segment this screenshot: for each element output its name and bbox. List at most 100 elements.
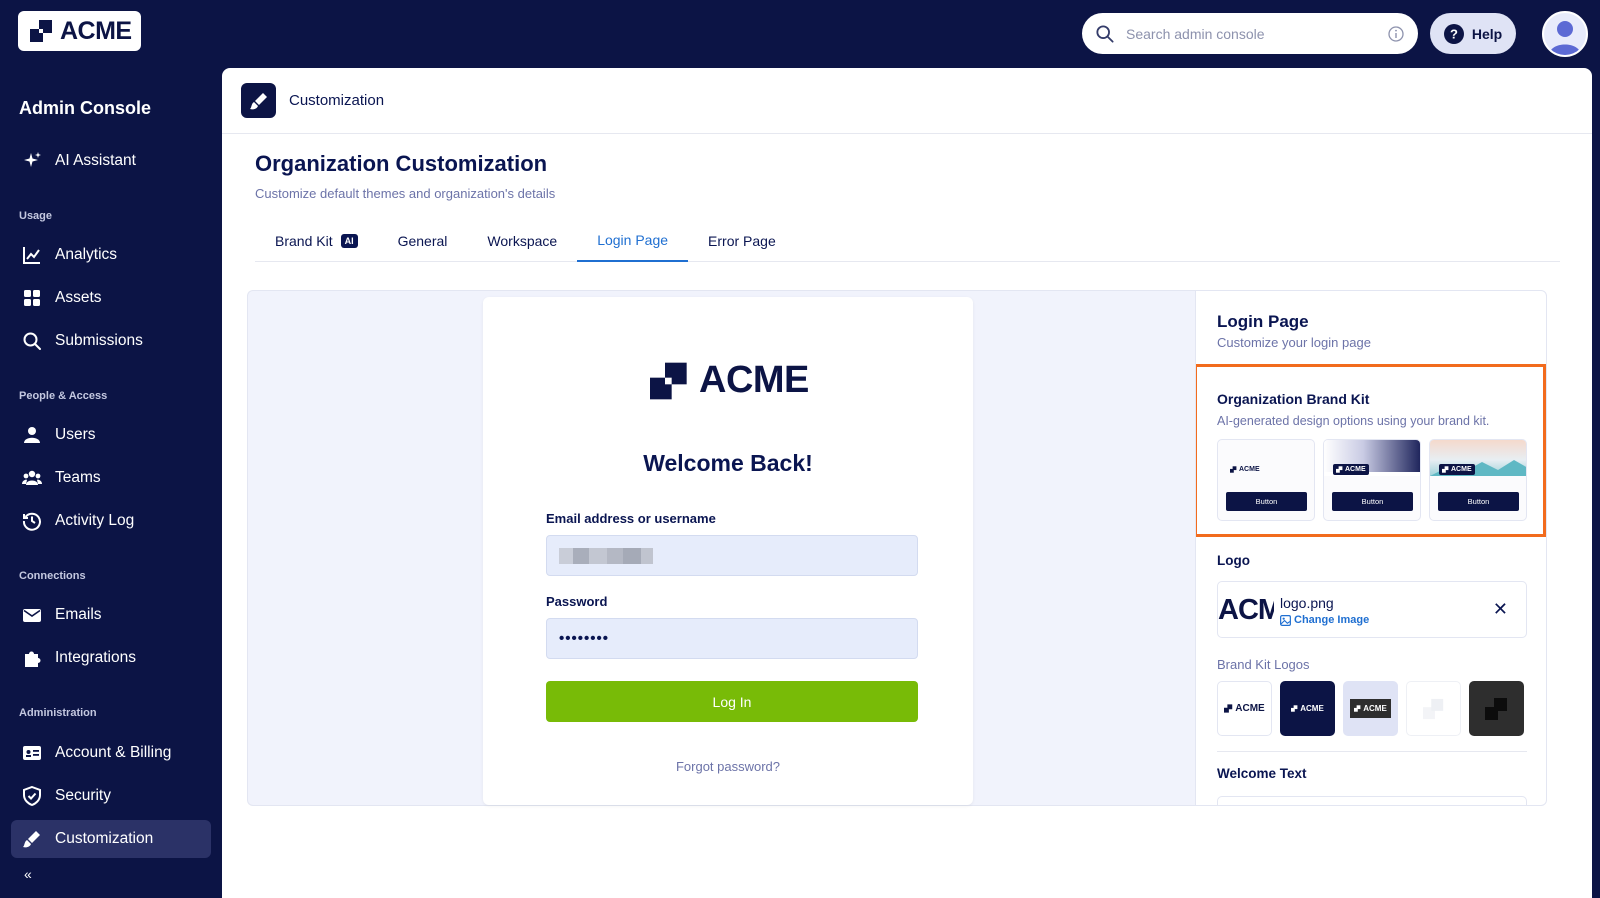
email-label: Email address or username <box>546 511 716 526</box>
sidebar-item-label: Activity Log <box>55 512 135 529</box>
sidebar-item-analytics[interactable]: Analytics <box>11 236 211 274</box>
envelope-icon <box>22 605 42 625</box>
welcome-text-label: Welcome Text <box>1217 766 1307 781</box>
login-logo: ACME <box>650 359 809 402</box>
login-preview: ACME Welcome Back! Email address or user… <box>247 290 1195 806</box>
brand-kit-logo-5[interactable] <box>1469 681 1524 736</box>
brand-kit-title: Organization Brand Kit <box>1217 391 1370 407</box>
tab-label: Brand Kit <box>275 233 333 249</box>
sidebar-item-security[interactable]: Security <box>11 777 211 815</box>
acme-logo-icon <box>1336 466 1343 473</box>
tab-bar: Brand Kit AI General Workspace Login Pag… <box>255 220 1560 262</box>
tab-general[interactable]: General <box>378 220 468 262</box>
sidebar-item-emails[interactable]: Emails <box>11 596 211 634</box>
forgot-password-link[interactable]: Forgot password? <box>483 759 973 774</box>
user-avatar[interactable] <box>1542 11 1588 57</box>
puzzle-icon <box>22 648 42 668</box>
acme-logo-icon <box>30 20 52 42</box>
sidebar: Admin Console AI Assistant Usage Analyti… <box>0 60 222 898</box>
change-image-link[interactable]: Change Image <box>1280 614 1369 626</box>
logo-upload: ACME logo.png Change Image ✕ <box>1217 581 1527 638</box>
brand-kit-logos-label: Brand Kit Logos <box>1217 657 1310 672</box>
logo-section-label: Logo <box>1217 553 1250 568</box>
sidebar-section-connections: Connections <box>19 570 86 582</box>
settings-title: Login Page <box>1217 312 1309 331</box>
collapse-sidebar-icon[interactable]: « <box>24 866 32 882</box>
sidebar-item-label: AI Assistant <box>55 152 136 169</box>
password-field[interactable]: •••••••• <box>546 618 918 659</box>
help-label: Help <box>1471 25 1503 42</box>
acme-logo-icon <box>1291 705 1298 712</box>
sidebar-item-label: Analytics <box>55 246 118 263</box>
sidebar-item-customization[interactable]: Customization <box>11 820 211 858</box>
info-icon[interactable] <box>1388 25 1404 42</box>
sidebar-section-administration: Administration <box>19 707 97 719</box>
sidebar-item-submissions[interactable]: Submissions <box>11 322 211 360</box>
mini-button: Button <box>1332 492 1413 511</box>
acme-logo-icon <box>1230 466 1237 473</box>
welcome-heading: Welcome Back! <box>643 450 813 476</box>
login-card: ACME Welcome Back! Email address or user… <box>483 297 973 805</box>
sidebar-item-account-billing[interactable]: Account & Billing <box>11 734 211 772</box>
brand-kit-subtitle: AI-generated design options using your b… <box>1217 414 1490 428</box>
acme-logo[interactable]: ACME <box>18 11 141 51</box>
brand-kit-logo-text: ACME <box>1235 703 1265 714</box>
tab-login-page[interactable]: Login Page <box>577 220 689 262</box>
sidebar-item-activity-log[interactable]: Activity Log <box>11 502 211 540</box>
mini-logo: ACME <box>1439 464 1475 475</box>
mini-logo-text: ACME <box>1451 466 1472 473</box>
sidebar-item-label: Account & Billing <box>55 744 172 761</box>
remove-logo-close-icon[interactable]: ✕ <box>1493 599 1508 620</box>
brand-kit-option-2[interactable]: ACME Button <box>1323 439 1421 521</box>
acme-logo-text: ACME <box>60 16 132 45</box>
welcome-text-field[interactable] <box>1217 796 1527 805</box>
brand-kit-option-3[interactable]: ACME Button <box>1429 439 1527 521</box>
id-card-icon <box>22 743 42 763</box>
sidebar-item-teams[interactable]: Teams <box>11 459 211 497</box>
brand-kit-logo-1[interactable]: ACME <box>1217 681 1272 736</box>
avatar-icon <box>1544 13 1586 55</box>
header-title: Customization <box>289 92 385 109</box>
mini-logo-text: ACME <box>1239 466 1260 473</box>
user-icon <box>22 425 42 445</box>
search-input[interactable] <box>1126 25 1376 42</box>
email-field[interactable] <box>546 535 918 576</box>
page-title: Organization Customization <box>255 151 548 176</box>
mini-logo: ACME <box>1333 464 1369 475</box>
page-subtitle: Customize default themes and organizatio… <box>255 186 556 201</box>
tab-error-page[interactable]: Error Page <box>688 220 796 262</box>
change-image-label: Change Image <box>1294 614 1370 626</box>
acme-logo-icon <box>1442 466 1449 473</box>
sidebar-title: Admin Console <box>19 98 152 118</box>
sidebar-item-ai-assistant[interactable]: AI Assistant <box>11 142 211 180</box>
sidebar-item-users[interactable]: Users <box>11 416 211 454</box>
sidebar-item-label: Teams <box>55 469 101 486</box>
sidebar-item-assets[interactable]: Assets <box>11 279 211 317</box>
history-icon <box>22 511 42 531</box>
chart-line-icon <box>22 245 42 265</box>
sidebar-item-integrations[interactable]: Integrations <box>11 639 211 677</box>
sidebar-item-label: Security <box>55 787 111 804</box>
tab-brand-kit[interactable]: Brand Kit AI <box>255 220 378 262</box>
tab-label: Error Page <box>708 233 776 249</box>
login-button[interactable]: Log In <box>546 681 918 722</box>
sidebar-item-label: Integrations <box>55 649 136 666</box>
tab-workspace[interactable]: Workspace <box>467 220 577 262</box>
brand-kit-logo-2[interactable]: ACME <box>1280 681 1335 736</box>
acme-logo-icon <box>1422 698 1443 719</box>
mini-logo: ACME <box>1227 464 1263 475</box>
brand-kit-logo-text: ACME <box>1300 704 1324 713</box>
brush-icon <box>241 83 276 118</box>
assets-icon <box>22 288 42 308</box>
acme-logo-icon <box>650 362 687 399</box>
brand-kit-option-1[interactable]: ACME Button <box>1217 439 1315 521</box>
password-value: •••••••• <box>559 630 610 647</box>
sidebar-item-label: Customization <box>55 830 154 847</box>
sidebar-section-usage: Usage <box>19 210 53 222</box>
settings-subtitle: Customize your login page <box>1217 335 1371 350</box>
search-bar[interactable] <box>1082 13 1418 54</box>
brand-kit-logo-4[interactable] <box>1406 681 1461 736</box>
brand-kit-logo-3[interactable]: ACME <box>1343 681 1398 736</box>
sparkle-icon <box>22 151 42 171</box>
help-button[interactable]: ? Help <box>1430 13 1516 54</box>
